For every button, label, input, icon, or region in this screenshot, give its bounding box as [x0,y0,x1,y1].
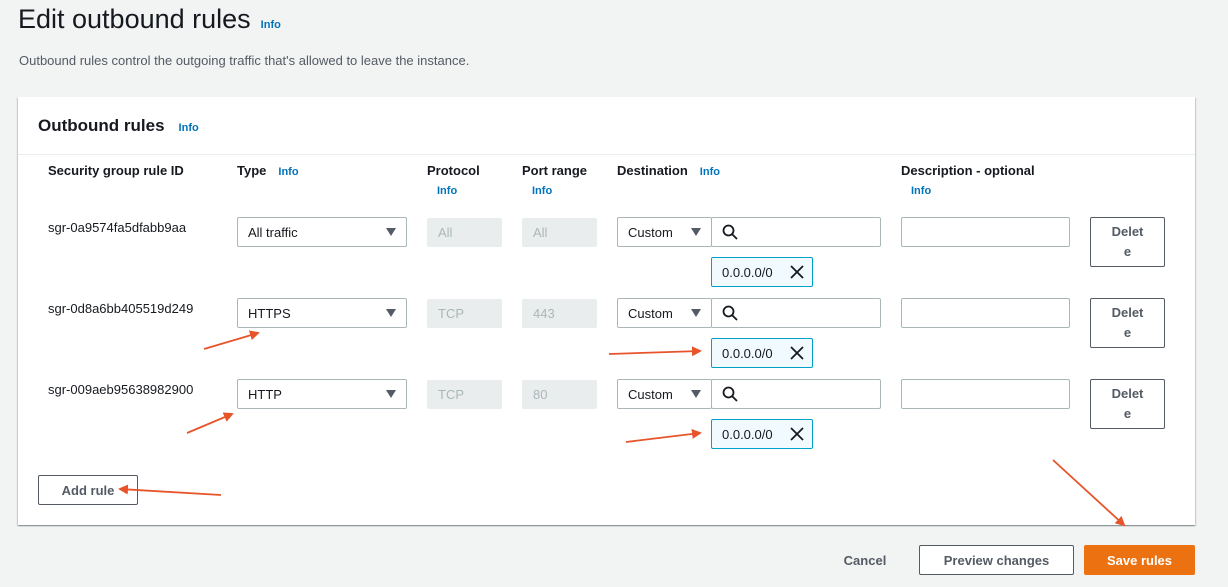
panel-header: Outbound rules Info [18,97,1195,155]
cidr-token-label: 0.0.0.0/0 [722,264,773,280]
search-icon [722,305,738,321]
cidr-token: 0.0.0.0/0 [711,419,813,449]
destination-mode-value: Custom [628,224,673,240]
delete-rule-button[interactable]: Delete [1090,298,1165,348]
description-input[interactable] [901,379,1070,409]
panel-info-link[interactable]: Info [179,122,199,134]
port-range-field: 443 [522,299,597,328]
destination-info-link[interactable]: Info [700,166,720,178]
column-header-destination: Destination Info [617,162,720,181]
caret-down-icon [386,309,396,317]
cidr-token-label: 0.0.0.0/0 [722,426,773,442]
destination-mode-select[interactable]: Custom [617,298,712,328]
column-header-port-range: Port range Info [522,162,587,200]
add-rule-button[interactable]: Add rule [38,475,138,505]
caret-down-icon [386,228,396,236]
column-label-port-range: Port range [522,163,588,178]
column-label-destination: Destination [617,163,688,178]
column-label-protocol: Protocol [427,163,480,178]
type-select-value: HTTP [248,386,282,402]
delete-rule-button[interactable]: Delete [1090,217,1165,267]
panel-title: Outbound rules [38,116,165,135]
type-select-value: HTTPS [248,305,291,321]
rule-id: sgr-0d8a6bb405519d249 [48,301,194,316]
type-select-value: All traffic [248,224,298,240]
close-icon[interactable] [790,346,804,360]
page-description: Outbound rules control the outgoing traf… [19,53,470,68]
port-range-field: 80 [522,380,597,409]
type-select[interactable]: HTTPS [237,298,407,328]
page-title: Edit outbound rules Info [18,4,281,35]
description-input[interactable] [901,217,1070,247]
column-label-description: Description - optional [901,163,1035,178]
port-range-info-link[interactable]: Info [522,182,587,200]
destination-search-input[interactable] [711,217,881,247]
caret-down-icon [691,228,701,236]
page-title-text: Edit outbound rules [18,4,251,34]
destination-mode-value: Custom [628,386,673,402]
search-icon [722,224,738,240]
protocol-field: TCP [427,299,502,328]
caret-down-icon [691,309,701,317]
protocol-info-link[interactable]: Info [427,182,480,200]
protocol-field: TCP [427,380,502,409]
type-info-link[interactable]: Info [278,166,298,178]
destination-mode-select[interactable]: Custom [617,217,712,247]
type-select[interactable]: HTTP [237,379,407,409]
search-icon [722,386,738,402]
cidr-token: 0.0.0.0/0 [711,257,813,287]
delete-rule-button[interactable]: Delete [1090,379,1165,429]
outbound-rules-panel: Outbound rules Info Security group rule … [18,97,1195,525]
rule-id: sgr-0a9574fa5dfabb9aa [48,220,187,235]
destination-search-input[interactable] [711,298,881,328]
type-select[interactable]: All traffic [237,217,407,247]
save-rules-button[interactable]: Save rules [1084,545,1195,575]
close-icon[interactable] [790,427,804,441]
column-label-rule-id: Security group rule ID [48,163,184,178]
destination-search-input[interactable] [711,379,881,409]
description-info-link[interactable]: Info [901,182,1035,200]
column-header-description: Description - optional Info [901,162,1035,200]
cidr-token-label: 0.0.0.0/0 [722,345,773,361]
close-icon[interactable] [790,265,804,279]
protocol-field: All [427,218,502,247]
port-range-field: All [522,218,597,247]
column-header-protocol: Protocol Info [427,162,480,200]
destination-mode-select[interactable]: Custom [617,379,712,409]
preview-changes-button[interactable]: Preview changes [919,545,1074,575]
column-header-rule-id: Security group rule ID [48,162,184,180]
caret-down-icon [386,390,396,398]
destination-mode-value: Custom [628,305,673,321]
column-label-type: Type [237,163,267,178]
page-info-link[interactable]: Info [261,19,281,31]
description-input[interactable] [901,298,1070,328]
column-header-type: Type Info [237,162,299,181]
caret-down-icon [691,390,701,398]
cidr-token: 0.0.0.0/0 [711,338,813,368]
rule-id: sgr-009aeb95638982900 [48,382,194,397]
cancel-button[interactable]: Cancel [830,545,900,575]
